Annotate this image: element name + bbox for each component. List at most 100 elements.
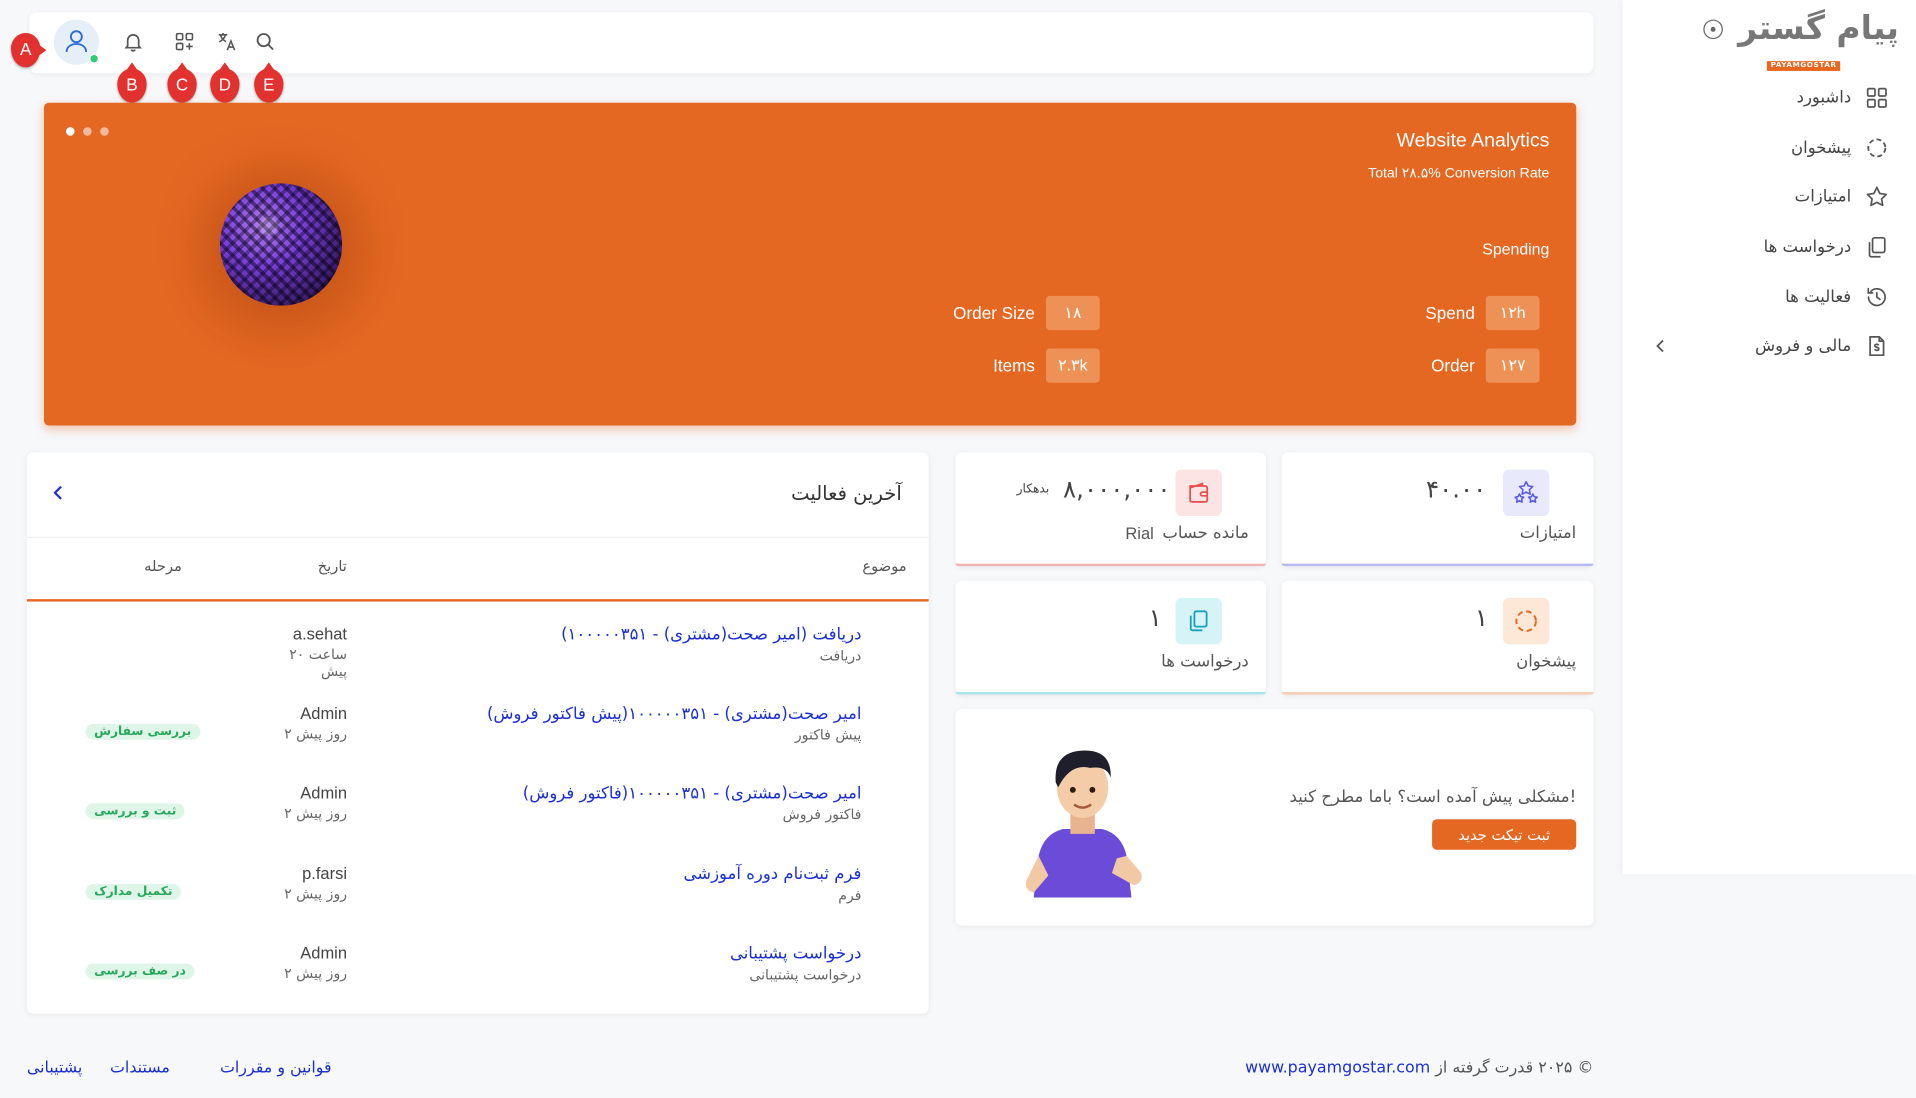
- points-card[interactable]: ۴۰.۰۰ امتیازات: [1281, 452, 1594, 567]
- card-accent-bar: [1281, 563, 1594, 567]
- row-subject: امیر صحت(مشتری) - ۱۰۰۰۰۰۳۵۱(پیش فاکتور ف…: [487, 704, 861, 743]
- sidebar-item-counter[interactable]: پیشخوان: [1623, 123, 1916, 173]
- sidebar-item-finance[interactable]: مالی و فروش: [1623, 322, 1916, 372]
- annotation-marker-b: B: [117, 62, 147, 103]
- dashed-circle-icon: [1502, 597, 1550, 645]
- table-row[interactable]: دریافت (امیر صحت(مشتری) - ۱۰۰۰۰۰۳۵۱) دری…: [27, 625, 929, 686]
- copy-icon: [1175, 597, 1222, 645]
- row-subject-link[interactable]: امیر صحت(مشتری) - ۱۰۰۰۰۰۳۵۱(فاکتور فروش): [523, 784, 862, 804]
- points-label: امتیازات: [1519, 523, 1577, 543]
- counter-label: پیشخوان: [1516, 651, 1577, 672]
- brand-logo[interactable]: پیام گستر PAYAMGOSTAR: [1738, 9, 1900, 72]
- sidebar-item-label: امتیازات: [1794, 187, 1852, 208]
- footer-docs-link[interactable]: مستندات: [110, 1059, 170, 1077]
- sidebar-nav: داشبورد پیشخوان امتیازات درخواست ها فعال…: [1623, 73, 1916, 371]
- stars-icon: [1502, 469, 1550, 516]
- copyright: © ۲۰۲۵ قدرت گرفته از www.payamgostar.com: [1245, 1059, 1593, 1077]
- carousel-dot[interactable]: [100, 127, 109, 136]
- bell-icon[interactable]: [122, 31, 144, 53]
- requests-value: ۱: [1148, 602, 1162, 633]
- row-user: Admin: [300, 943, 348, 963]
- footer: پشتیبانی مستندات قوانین و مقررات © ۲۰۲۵ …: [27, 1059, 1593, 1083]
- row-subject-link[interactable]: درخواست پشتیبانی: [730, 944, 861, 964]
- row-user: a.sehat: [292, 624, 348, 644]
- row-date: Admin ۲ روز پیش: [259, 944, 347, 982]
- annotation-marker-c: C: [167, 62, 197, 103]
- search-icon[interactable]: [254, 31, 276, 53]
- translate-icon[interactable]: [216, 31, 238, 53]
- chevron-left-icon[interactable]: [1654, 339, 1666, 354]
- brand-name: پیام گستر: [1738, 9, 1900, 48]
- counter-value: ۱: [1474, 602, 1488, 633]
- sidebar-item-dashboard[interactable]: داشبورد: [1623, 73, 1916, 123]
- sidebar-item-points[interactable]: امتیازات: [1623, 173, 1916, 223]
- row-category: دریافت: [819, 646, 862, 664]
- row-time: ۲ روز پیش: [284, 964, 348, 982]
- sidebar-toggle-icon[interactable]: [1703, 19, 1723, 40]
- table-row[interactable]: درخواست پشتیبانی درخواست پشتیبانی Admin …: [27, 944, 929, 1005]
- row-time: ۲ روز پیش: [284, 885, 348, 903]
- table-row[interactable]: فرم ثبت‌نام دوره آموزشی فرم p.farsi ۲ رو…: [27, 864, 929, 925]
- row-time: ۲ روز پیش: [284, 804, 348, 822]
- latest-activity-card: آخرین فعالیت موضوع تاریخ مرحله دریافت (ا…: [26, 452, 929, 1014]
- divider: [26, 536, 929, 538]
- table-header: موضوع تاریخ مرحله: [27, 558, 929, 582]
- column-subject: موضوع: [862, 557, 907, 575]
- row-subject-link[interactable]: امیر صحت(مشتری) - ۱۰۰۰۰۰۳۵۱(پیش فاکتور ف…: [487, 704, 861, 724]
- annotation-marker-d: D: [210, 62, 240, 103]
- banner-subtitle: Total ۲۸.۵% Conversion Rate: [1368, 166, 1550, 181]
- sidebar-item-requests[interactable]: درخواست ها: [1623, 222, 1916, 272]
- row-user: Admin: [300, 704, 348, 723]
- row-subject: درخواست پشتیبانی درخواست پشتیبانی: [730, 944, 861, 983]
- footer-support-link[interactable]: پشتیبانی: [27, 1059, 82, 1077]
- stat-order: Order ۱۲۷: [1431, 348, 1540, 383]
- row-user: p.farsi: [302, 864, 348, 883]
- requests-label: درخواست ها: [1161, 651, 1249, 672]
- sidebar-item-label: مالی و فروش: [1754, 336, 1852, 357]
- chevron-left-icon[interactable]: [51, 484, 66, 501]
- analytics-banner: Website Analytics Total ۲۸.۵% Conversion…: [43, 102, 1577, 426]
- requests-card[interactable]: ۱ درخواست ها: [955, 580, 1266, 695]
- counter-card[interactable]: ۱ پیشخوان: [1281, 580, 1594, 695]
- user-avatar[interactable]: [53, 19, 99, 65]
- banner-section-label: Spending: [1482, 239, 1550, 258]
- copy-icon: [1868, 237, 1886, 258]
- balance-value: ۸,۰۰۰,۰۰۰: [1063, 474, 1171, 504]
- copyright-text: © ۲۰۲۵ قدرت گرفته از: [1435, 1058, 1594, 1078]
- stat-value: ۱۸: [1045, 295, 1100, 331]
- table-row[interactable]: امیر صحت(مشتری) - ۱۰۰۰۰۰۳۵۱(پیش فاکتور ف…: [27, 704, 929, 765]
- balance-card[interactable]: ۸,۰۰۰,۰۰۰ بدهکار مانده حساب Rial: [955, 452, 1266, 567]
- row-subject-link[interactable]: دریافت (امیر صحت(مشتری) - ۱۰۰۰۰۰۳۵۱): [561, 625, 861, 645]
- sidebar-item-label: پیشخوان: [1791, 138, 1852, 158]
- stage-badge: بررسی سفارش: [85, 723, 200, 740]
- table-row[interactable]: امیر صحت(مشتری) - ۱۰۰۰۰۰۳۵۱(فاکتور فروش)…: [27, 784, 929, 845]
- help-message: مشکلی پیش آمده است؟ باما مطرح کنید!: [1289, 787, 1577, 807]
- sidebar: پیام گستر PAYAMGOSTAR داشبورد پیشخوان ام…: [1622, 0, 1916, 875]
- dashed-circle-icon: [1867, 138, 1887, 158]
- footer-site-link[interactable]: www.payamgostar.com: [1245, 1059, 1430, 1077]
- row-subject: دریافت (امیر صحت(مشتری) - ۱۰۰۰۰۰۳۵۱) دری…: [561, 625, 861, 664]
- carousel-dot[interactable]: [65, 127, 75, 136]
- apps-icon[interactable]: [174, 31, 196, 53]
- balance-unit: Rial: [1125, 524, 1154, 543]
- carousel-dots[interactable]: [65, 127, 109, 136]
- sidebar-item-activities[interactable]: فعالیت ها: [1623, 272, 1916, 322]
- row-subject: فرم ثبت‌نام دوره آموزشی فرم: [684, 864, 862, 903]
- row-category: فرم: [838, 886, 862, 904]
- footer-terms-link[interactable]: قوانین و مقررات: [220, 1059, 332, 1077]
- stat-items: Items ۲.۳k: [993, 348, 1100, 383]
- brand-subtitle: PAYAMGOSTAR: [1766, 61, 1841, 71]
- row-subject-link[interactable]: فرم ثبت‌نام دوره آموزشی: [684, 864, 862, 884]
- stage-badge: ثبت و بررسی: [85, 803, 185, 820]
- stage-badge: تکمیل مدارک: [85, 884, 182, 900]
- new-ticket-button[interactable]: ثبت تیکت جدید: [1432, 819, 1577, 850]
- balance-label: مانده حساب: [1162, 523, 1249, 543]
- row-date: p.farsi ۲ روز پیش: [259, 864, 347, 902]
- sidebar-item-label: فعالیت ها: [1785, 286, 1852, 307]
- card-accent-bar: [1281, 692, 1594, 695]
- row-category: پیش فاکتور: [794, 726, 862, 744]
- stat-label: Order: [1431, 355, 1475, 376]
- sidebar-item-label: درخواست ها: [1763, 237, 1852, 257]
- card-accent-bar: [955, 692, 1266, 695]
- carousel-dot[interactable]: [83, 127, 92, 136]
